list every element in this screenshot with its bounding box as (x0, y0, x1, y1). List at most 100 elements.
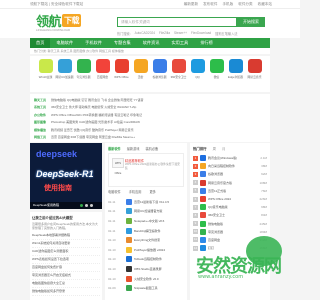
ranking-item[interactable]: 3 谷歌浏览器 92M (190, 170, 270, 178)
category-tag[interactable]: 图形图像 (34, 120, 48, 124)
carousel-dot[interactable] (85, 204, 88, 207)
category-items[interactable]: 360安全卫士 鲁大师 驱动精灵 电脑管家 火绒安全 WinRAR 7-Zip (51, 105, 136, 109)
nav-item[interactable]: 电脑软件 (50, 38, 79, 48)
app-tile[interactable]: QQ (188, 59, 207, 89)
nav-item[interactable]: 软件资讯 (137, 38, 166, 48)
software-item[interactable]: 02-11 Bandizip解压缩软件 (108, 226, 186, 236)
app-tile[interactable]: Edge浏览器 (226, 59, 245, 89)
software-name[interactable]: Notepad++中文版 v8.6 (134, 219, 186, 223)
ranking-item[interactable]: 8 360安全卫士 84M (190, 211, 270, 219)
news-item[interactable]: WPS表格如何设置下拉选项 (32, 256, 100, 264)
top-link[interactable]: 最新更新 (184, 0, 198, 9)
search-input[interactable]: 请输入软件关键词 (117, 17, 237, 27)
ranking-item[interactable]: 7 QQ音乐电脑版 98M (190, 203, 270, 211)
category-tag[interactable]: 办公软件 (34, 113, 48, 117)
app-tile[interactable]: WPS Office (112, 59, 131, 89)
news-item[interactable]: CAD迷你画图怎么测量面积 (32, 248, 100, 256)
software-tab[interactable]: 最新游戏 (127, 146, 140, 151)
software-name[interactable]: OBS Studio直播录屏 (134, 267, 186, 271)
ranking-name[interactable]: QQ音乐电脑版 (208, 205, 261, 209)
ranking-item[interactable]: 9 微信电脑版 245M (190, 220, 270, 228)
category-items[interactable]: Photoshop 美图秀秀 CAD迷你画图 光影魔术手 AI绘画 CorelD… (51, 120, 140, 124)
software-subtab[interactable]: 更多 (150, 189, 156, 194)
news-item[interactable]: 电脑截图快捷键大全汇总 (32, 280, 100, 288)
top-link[interactable]: 手机版 (222, 0, 233, 9)
category-items[interactable]: 迅雷 百度网盘 IDM下载器 夸克网盘 阿里云盘 FileZilla Steam… (51, 135, 135, 139)
ranking-tab-month[interactable]: 月 (222, 146, 225, 151)
ranking-name[interactable]: 迅雷11正式版 (208, 189, 261, 193)
category-items[interactable]: 微信电脑版 QQ电脑版 钉钉 腾讯会议 飞书 企业微信 阿里旺旺 YY语音 (51, 98, 144, 102)
software-name[interactable]: Everything文件搜索 (134, 238, 186, 242)
ranking-item[interactable]: 5 迅雷11正式版 76M (190, 187, 270, 195)
software-item[interactable]: 02-11 网易UU加速器官方版 (108, 207, 186, 217)
ranking-item[interactable]: 2 向日葵远程控制软件 38M (190, 162, 270, 170)
category-tag[interactable]: 媒体播放 (34, 128, 48, 132)
ranking-name[interactable]: 网易云音乐官方版 (208, 181, 259, 185)
news-item[interactable]: DeepSeek本地部署详细教程 (32, 232, 100, 240)
top-link[interactable]: 收藏本站 (258, 0, 272, 9)
ranking-tab-week[interactable]: 周 (213, 146, 216, 151)
software-name[interactable]: ToDesk远程控制软件 (134, 257, 186, 261)
software-name[interactable]: 迅雷11最新版下载 V11.4.5 (134, 200, 186, 204)
search-button[interactable]: 开始搜索 (237, 17, 265, 27)
ranking-item[interactable]: 1 腾讯会议(Windows版) 2.1M (190, 154, 270, 162)
featured-software[interactable]: WPS Office 精品推荐软件 WPS Office 2024最新版办公软件… (108, 153, 184, 187)
app-tile[interactable]: 谷歌浏览器 (150, 59, 169, 89)
category-items[interactable]: 腾讯视频 爱奇艺 优酷 QQ音乐 酷狗音乐 PotPlayer 网易云音乐 (51, 128, 134, 132)
news-item[interactable]: 微信电脑版如何多开登录 (32, 288, 100, 296)
news-item[interactable]: 夸克浏览器怎么开启无痕模式 (32, 272, 100, 280)
top-link[interactable]: 发布软件 (203, 0, 217, 9)
hot-word[interactable]: Steam++ (174, 31, 187, 36)
ranking-name[interactable]: 谷歌浏览器 (208, 172, 261, 176)
nav-item[interactable]: 排行榜 (194, 38, 219, 48)
news-item[interactable]: 百度网盘如何免费扩容 (32, 264, 100, 272)
software-name[interactable]: PotPlayer播放器 v2024 (134, 248, 186, 252)
nav-item[interactable]: 专题合集 (108, 38, 137, 48)
ranking-item[interactable]: 6 WPS Office 2024 226M (190, 195, 270, 203)
software-tab[interactable]: 最新软件 (108, 146, 121, 151)
featured-software-link[interactable]: WPS Office (112, 158, 124, 175)
carousel-dots[interactable] (80, 204, 93, 207)
category-tag[interactable]: 系统工具 (34, 105, 48, 109)
nav-item[interactable]: 实用工具 (165, 38, 194, 48)
software-item[interactable]: 02-10 OBS Studio直播录屏 (108, 264, 186, 274)
carousel-dot[interactable] (80, 204, 83, 207)
software-name[interactable]: Snipaste截图工具 (134, 286, 186, 290)
software-subtab[interactable]: 手机应用 (129, 189, 142, 194)
software-name[interactable]: Bandizip解压缩软件 (134, 229, 186, 233)
nav-item[interactable]: 首页 (30, 38, 51, 48)
hot-word[interactable]: AutoCAD2024 (135, 31, 155, 36)
software-item[interactable]: 02-10 PotPlayer播放器 v2024 (108, 245, 186, 255)
software-item[interactable]: 02-10 Everything文件搜索 (108, 235, 186, 245)
app-tile[interactable]: 360安全卫士 (169, 59, 188, 89)
app-tile[interactable]: 网易云音乐 (245, 59, 264, 89)
app-tile[interactable]: 百度网盘 (93, 59, 112, 89)
app-tile[interactable]: 夸克浏览器 (74, 59, 93, 89)
news-headline[interactable]: 让我之前介绍过的AI大模型 (32, 215, 102, 220)
software-item[interactable]: 02-11 迅雷11最新版下载 V11.4.5 (108, 197, 186, 207)
ranking-item[interactable]: 10 夸克浏览器 180M (190, 228, 270, 236)
hot-word[interactable]: FlexDownload (191, 31, 211, 36)
ranking-item[interactable]: 4 网易云音乐官方版 108M (190, 179, 270, 187)
software-item[interactable]: 02-09 Snipaste截图工具 (108, 283, 186, 293)
category-tag[interactable]: 网络工具 (34, 135, 48, 139)
category-items[interactable]: WPS Office Office2021 PDF转换器 福昕阅读器 有道云笔记… (51, 113, 142, 117)
app-tile[interactable]: 微信 (207, 59, 226, 89)
ranking-name[interactable]: WPS Office 2024 (208, 197, 259, 201)
app-tile[interactable]: 迅雷 (131, 59, 150, 89)
hot-word[interactable]: FileZilla (159, 31, 170, 36)
app-tile[interactable]: Win10主题 (36, 59, 55, 89)
carousel-dot[interactable] (90, 204, 93, 207)
top-link[interactable]: 软件分类 (238, 0, 252, 9)
category-tag[interactable]: 聊天工具 (34, 98, 48, 102)
app-tile[interactable]: 网易UU加速器 (55, 59, 74, 89)
software-name[interactable]: 网易UU加速器官方版 (134, 209, 186, 213)
software-subtab[interactable]: 电脑软件 (108, 189, 121, 194)
ranking-name[interactable]: 向日葵远程控制软件 (208, 164, 261, 168)
hot-word[interactable]: 搜狗五笔输入法 (215, 31, 237, 36)
software-item[interactable]: 02-10 ToDesk远程控制软件 (108, 255, 186, 265)
software-tab[interactable]: 装机必备 (146, 146, 159, 151)
featured-banner[interactable]: deepseek DeepSeek-R1 使用指南 DeepSeek使用教程 (30, 143, 102, 209)
software-item[interactable]: 02-11 Notepad++中文版 v8.6 (108, 216, 186, 226)
ranking-name[interactable]: 夸克浏览器 (208, 230, 259, 234)
